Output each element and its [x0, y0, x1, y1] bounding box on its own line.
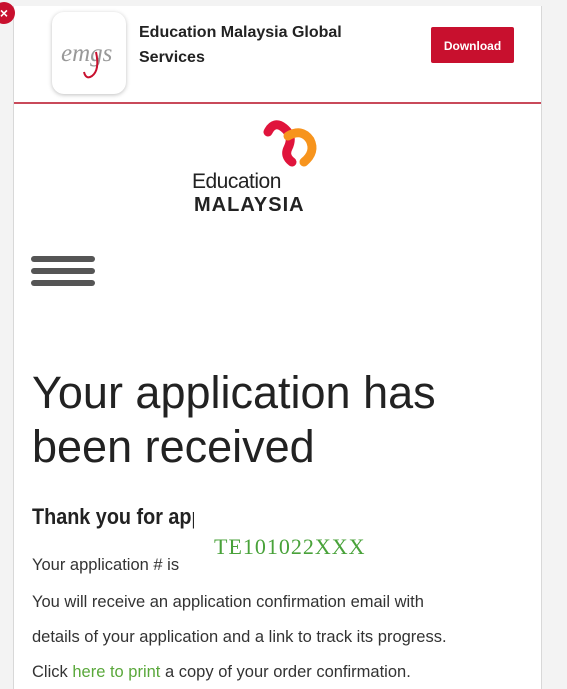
- print-suffix: a copy of your order confirmation.: [160, 663, 411, 681]
- page-title: Your application has been received: [32, 367, 436, 472]
- redaction-mask: [194, 501, 384, 531]
- logo-text-education: Education: [192, 170, 281, 193]
- hamburger-bar: [31, 280, 95, 286]
- application-number-line: Your application # is: [32, 556, 179, 575]
- hamburger-bar: [31, 256, 95, 262]
- logo-mark-icon: [263, 120, 317, 167]
- app-install-banner: emgs Education Malaysia Global Services …: [14, 6, 541, 104]
- confirmation-text-line-1: You will receive an application confirma…: [32, 593, 424, 611]
- print-link[interactable]: here to print: [72, 663, 160, 681]
- application-label: Your application # is: [32, 556, 180, 574]
- print-line: Click here to print a copy of your order…: [32, 663, 411, 682]
- application-number: TE101022XXX: [214, 534, 366, 559]
- hamburger-bar: [31, 268, 95, 274]
- hamburger-icon[interactable]: [31, 256, 95, 296]
- emgs-app-icon[interactable]: emgs: [52, 12, 126, 94]
- confirmation-text-line-2: details of your application and a link t…: [32, 628, 447, 646]
- mobile-viewport: emgs Education Malaysia Global Services …: [13, 6, 542, 689]
- download-button[interactable]: Download: [431, 27, 514, 63]
- logo-text-malaysia: MALAYSIA: [194, 194, 305, 216]
- app-name: Education Malaysia Global Services: [139, 24, 342, 66]
- education-malaysia-logo[interactable]: Education MALAYSIA: [184, 118, 324, 218]
- print-prefix: Click: [32, 663, 73, 681]
- svg-text:emgs: emgs: [61, 40, 112, 67]
